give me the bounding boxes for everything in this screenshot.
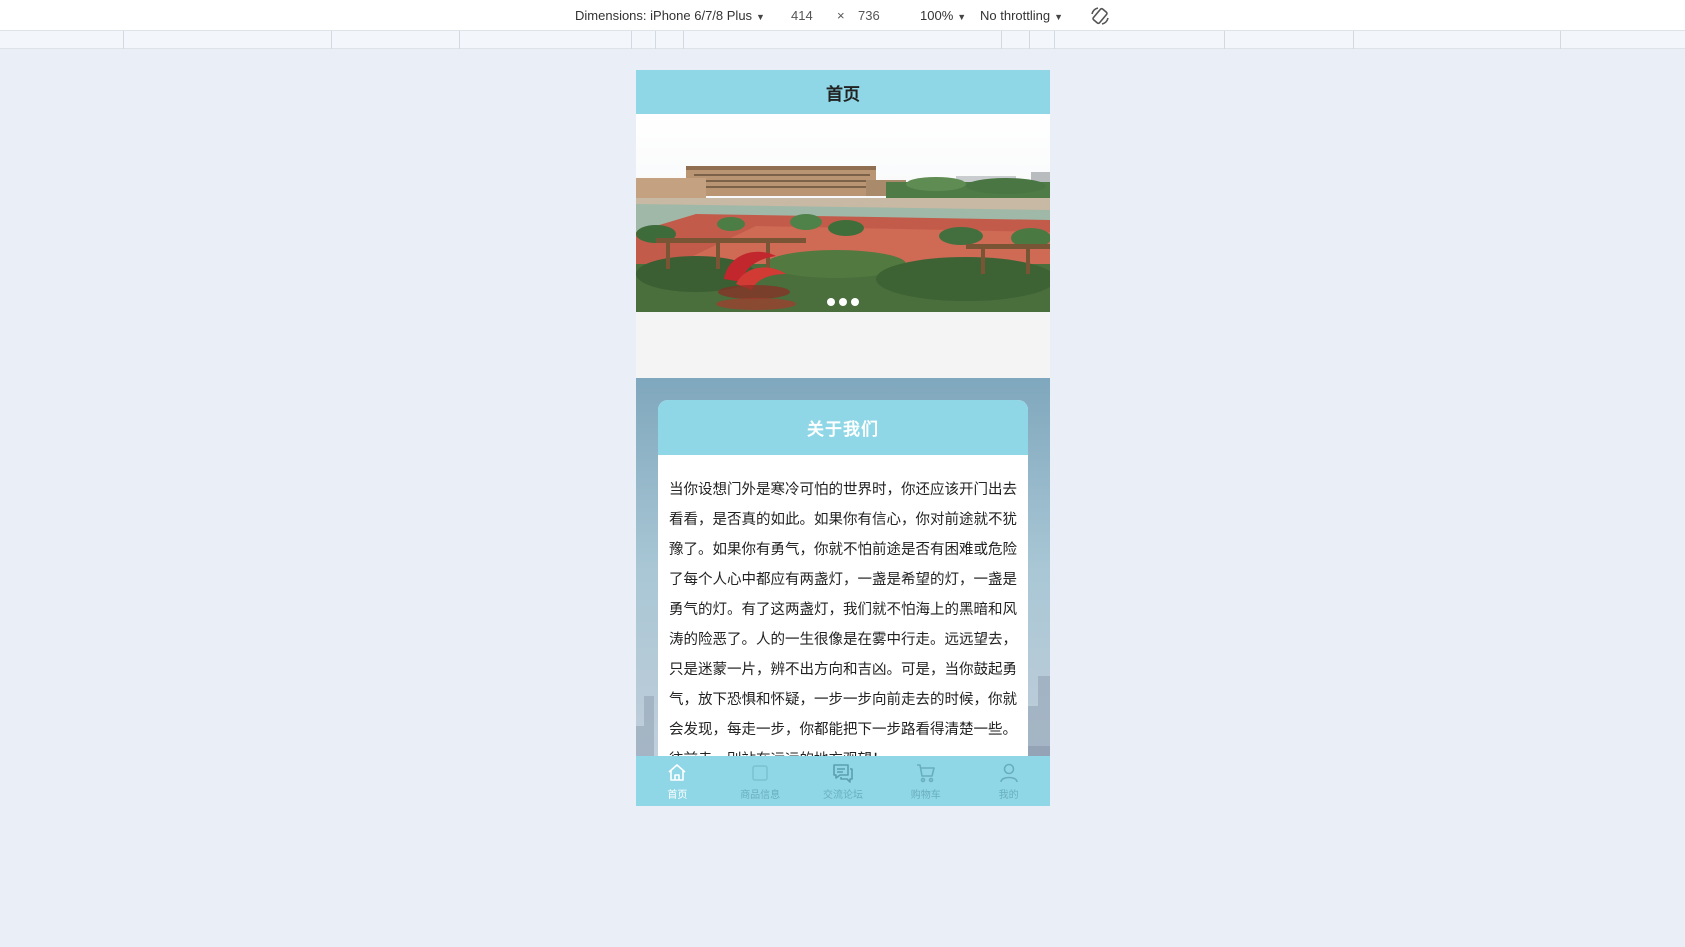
ruler-tick — [1353, 31, 1354, 49]
tab-mine[interactable]: 我的 — [969, 756, 1049, 806]
chevron-down-icon: ▼ — [957, 12, 967, 22]
about-section: 关于我们 当你设想门外是寒冷可怕的世界时，你还应该开门出去看看，是否真的如此。如… — [636, 378, 1050, 806]
ruler-tick — [331, 31, 332, 49]
page-title: 首页 — [826, 84, 860, 105]
tab-goods[interactable]: 商品信息 — [720, 756, 800, 806]
devtools-device-toolbar: Dimensions: iPhone 6/7/8 Plus ▼ 414 × 736… — [0, 0, 1685, 31]
carousel-dot[interactable] — [851, 298, 859, 306]
device-select-label: Dimensions: iPhone 6/7/8 Plus — [575, 8, 753, 23]
forum-icon — [833, 764, 853, 783]
tab-mine-label: 我的 — [998, 790, 1019, 801]
phone-viewport: 首页 关于我们 当你设想门外是寒冷可怕的世界时，你还应该开门出去看看，是否真的如… — [636, 70, 1050, 806]
ruler-tick — [1029, 31, 1030, 49]
carousel-dot[interactable] — [827, 298, 835, 306]
ruler-tick — [683, 31, 684, 49]
tab-cart[interactable]: 购物车 — [886, 756, 966, 806]
ruler-tick — [1224, 31, 1225, 49]
spacer — [636, 312, 1050, 378]
carousel-indicators — [636, 298, 1050, 306]
ruler-tick — [1054, 31, 1055, 49]
tab-cart-label: 购物车 — [910, 790, 941, 801]
cart-icon — [916, 764, 935, 783]
ruler-tick — [631, 31, 632, 49]
rotate-icon[interactable] — [1090, 6, 1110, 26]
height-input[interactable]: 736 — [858, 8, 880, 23]
ruler-tick — [459, 31, 460, 49]
chevron-down-icon: ▼ — [1054, 12, 1064, 22]
bottom-tabbar: 首页 商品信息 交流论坛 购物车 我的 — [636, 756, 1050, 806]
media-query-ruler — [0, 31, 1685, 49]
tab-goods-label: 商品信息 — [740, 790, 781, 801]
home-icon — [668, 764, 686, 781]
tab-forum-label: 交流论坛 — [822, 790, 863, 801]
ruler-tick — [655, 31, 656, 49]
tab-home[interactable]: 首页 — [637, 756, 717, 806]
ruler-tick — [123, 31, 124, 49]
user-icon — [999, 763, 1018, 783]
tab-home-label: 首页 — [667, 790, 688, 801]
tab-forum[interactable]: 交流论坛 — [803, 756, 883, 806]
about-text: 当你设想门外是寒冷可怕的世界时，你还应该开门出去看看，是否真的如此。如果你有信心… — [669, 482, 1017, 768]
ruler-tick — [1001, 31, 1002, 49]
throttling-select-label: No throttling — [980, 8, 1051, 23]
zoom-select[interactable]: 100% ▼ — [920, 8, 966, 23]
zoom-select-label: 100% — [920, 8, 954, 23]
banner-carousel[interactable] — [636, 114, 1050, 312]
campus-photo — [636, 114, 1050, 312]
width-input[interactable]: 414 — [791, 8, 813, 23]
carousel-dot[interactable] — [839, 298, 847, 306]
about-title: 关于我们 — [658, 400, 1028, 455]
device-select[interactable]: Dimensions: iPhone 6/7/8 Plus ▼ — [575, 8, 765, 23]
dimension-separator: × — [837, 8, 845, 23]
throttling-select[interactable]: No throttling ▼ — [980, 8, 1063, 23]
page-header: 首页 — [636, 70, 1050, 114]
about-card: 关于我们 当你设想门外是寒冷可怕的世界时，你还应该开门出去看看，是否真的如此。如… — [658, 400, 1028, 806]
goods-icon — [752, 765, 768, 781]
chevron-down-icon: ▼ — [756, 12, 765, 22]
ruler-tick — [1560, 31, 1561, 49]
